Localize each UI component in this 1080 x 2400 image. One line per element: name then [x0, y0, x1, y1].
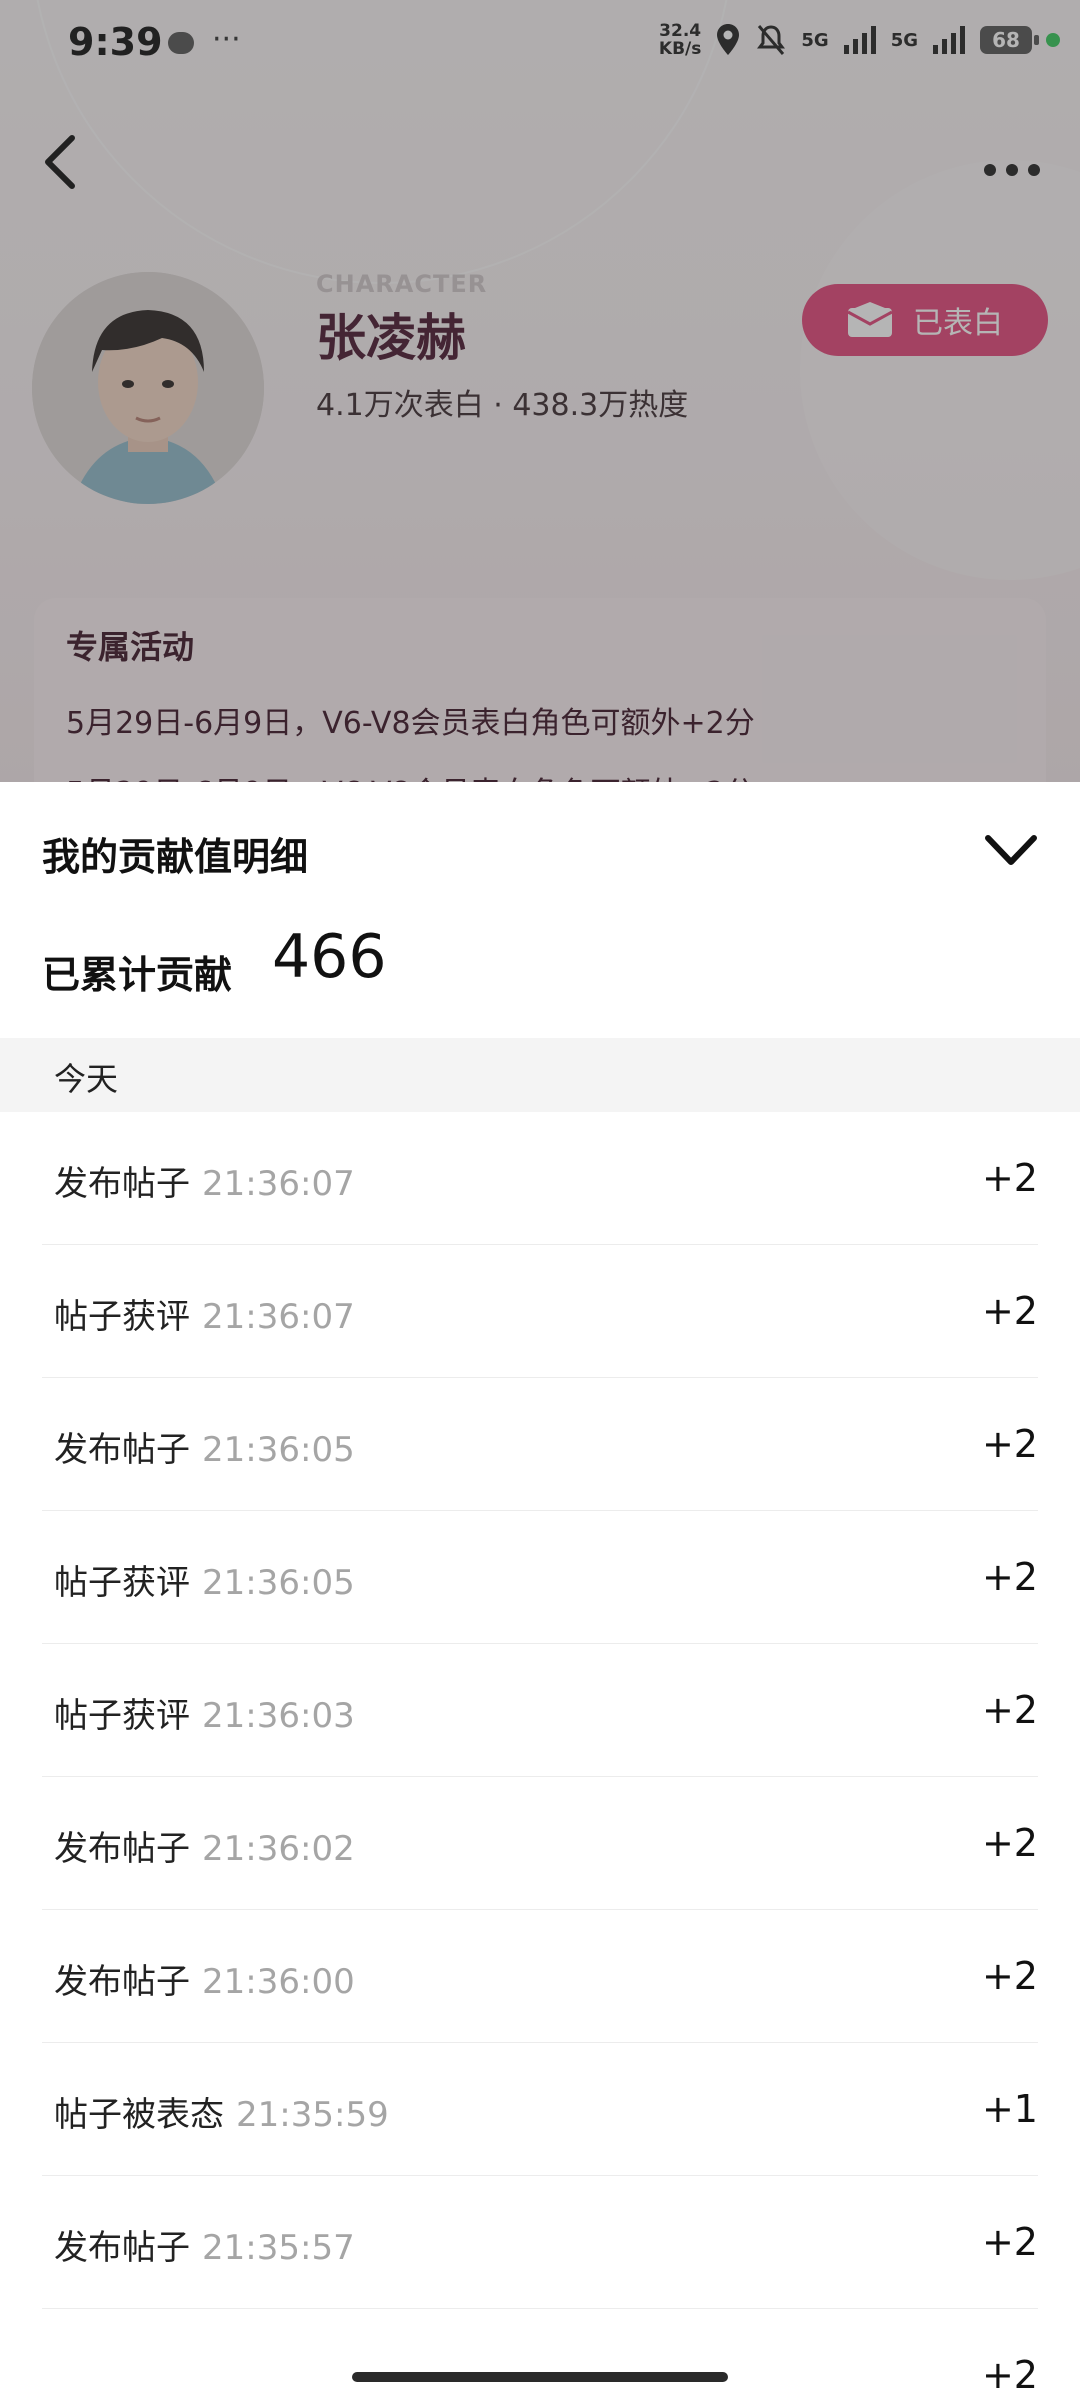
- record-row: 发布帖子 21:35:57 +2: [42, 2176, 1038, 2309]
- contribution-detail-sheet: 我的贡献值明细 已累计贡献 466 今天 发布帖子 21:36:07 +2 帖子获…: [0, 782, 1080, 2400]
- record-points: +2: [981, 1688, 1038, 1732]
- record-time: 21:36:03: [202, 1696, 355, 1736]
- record-row: +2: [42, 2309, 1038, 2400]
- total-contribution-value: 466: [272, 922, 387, 992]
- record-time: 21:36:07: [202, 1297, 355, 1337]
- modal-scrim[interactable]: [0, 0, 1080, 800]
- record-row: 发布帖子 21:36:05 +2: [42, 1378, 1038, 1511]
- record-points: +2: [981, 2353, 1038, 2397]
- chevron-down-icon: [985, 835, 1037, 865]
- contribution-record-list[interactable]: 发布帖子 21:36:07 +2 帖子获评 21:36:07 +2 发布帖子 21:3…: [0, 1112, 1080, 2400]
- record-type: 发布帖子: [54, 2228, 190, 2268]
- record-points: +2: [981, 2220, 1038, 2264]
- section-header-today: 今天: [0, 1038, 1080, 1112]
- record-time: 21:36:02: [202, 1829, 355, 1869]
- record-points: +2: [981, 1821, 1038, 1865]
- record-time: 21:36:07: [202, 1164, 355, 1204]
- record-points: +1: [981, 2087, 1038, 2131]
- record-points: +2: [981, 1156, 1038, 1200]
- record-type: 帖子获评: [54, 1297, 190, 1337]
- record-row: 发布帖子 21:36:07 +2: [42, 1112, 1038, 1245]
- record-time: 21:36:05: [202, 1430, 355, 1470]
- record-type: 发布帖子: [54, 1962, 190, 2002]
- record-row: 发布帖子 21:36:00 +2: [42, 1910, 1038, 2043]
- record-points: +2: [981, 1555, 1038, 1599]
- record-row: 帖子获评 21:36:03 +2: [42, 1644, 1038, 1777]
- record-points: +2: [981, 1954, 1038, 1998]
- home-indicator[interactable]: [352, 2372, 728, 2382]
- record-time: 21:36:05: [202, 1563, 355, 1603]
- record-type: 帖子被表态: [54, 2095, 224, 2135]
- record-type: 帖子获评: [54, 1563, 190, 1603]
- record-row: 发布帖子 21:36:02 +2: [42, 1777, 1038, 1910]
- record-type: 发布帖子: [54, 1430, 190, 1470]
- record-time: 21:35:59: [236, 2095, 389, 2135]
- collapse-button[interactable]: [978, 822, 1044, 878]
- record-type: 帖子获评: [54, 1696, 190, 1736]
- record-row: 帖子获评 21:36:05 +2: [42, 1511, 1038, 1644]
- section-label: 今天: [54, 1060, 119, 1098]
- record-points: +2: [981, 1289, 1038, 1333]
- record-type: 发布帖子: [54, 1164, 190, 1204]
- record-row: 帖子被表态 21:35:59 +1: [42, 2043, 1038, 2176]
- sheet-title: 我的贡献值明细: [42, 835, 309, 879]
- record-type: 发布帖子: [54, 1829, 190, 1869]
- total-contribution-label: 已累计贡献: [42, 953, 233, 997]
- record-row: 帖子获评 21:36:07 +2: [42, 1245, 1038, 1378]
- record-time: 21:36:00: [202, 1962, 355, 2002]
- record-points: +2: [981, 1422, 1038, 1466]
- record-time: 21:35:57: [202, 2228, 355, 2268]
